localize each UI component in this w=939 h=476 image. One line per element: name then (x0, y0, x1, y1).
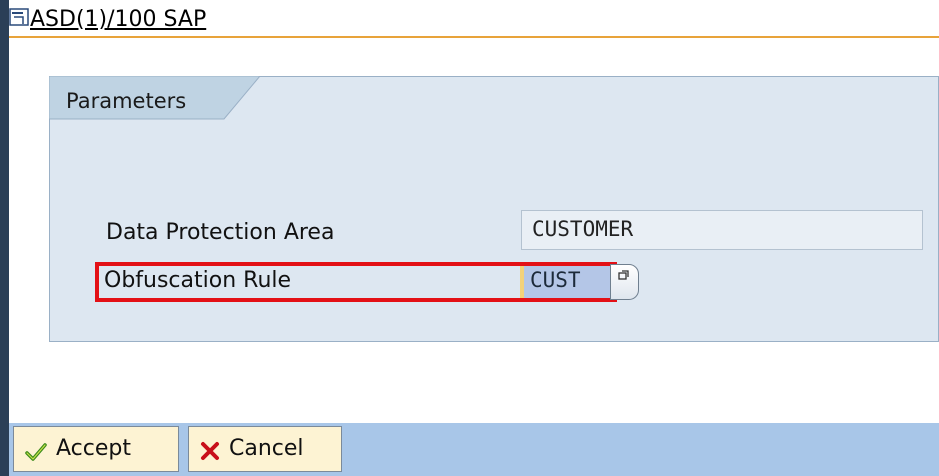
parameters-group: Parameters (49, 76, 939, 342)
cross-icon (201, 442, 219, 460)
data-protection-area-field[interactable]: CUSTOMER (521, 210, 923, 250)
cancel-label: Cancel (229, 436, 304, 461)
data-protection-area-label: Data Protection Area (106, 220, 335, 245)
window-title: ASD(1)/100 SAP (30, 7, 207, 32)
window-border (0, 0, 9, 476)
accept-label: Accept (56, 436, 131, 461)
checkmark-icon (25, 443, 47, 461)
group-title: Parameters (66, 89, 187, 113)
highlight-annotation (95, 262, 617, 302)
value-help-button[interactable] (610, 264, 639, 300)
f4-value-help-icon (618, 270, 629, 280)
cancel-button[interactable]: Cancel (188, 426, 342, 472)
accept-button[interactable]: Accept (13, 426, 179, 472)
window-menu-icon[interactable] (9, 8, 29, 26)
